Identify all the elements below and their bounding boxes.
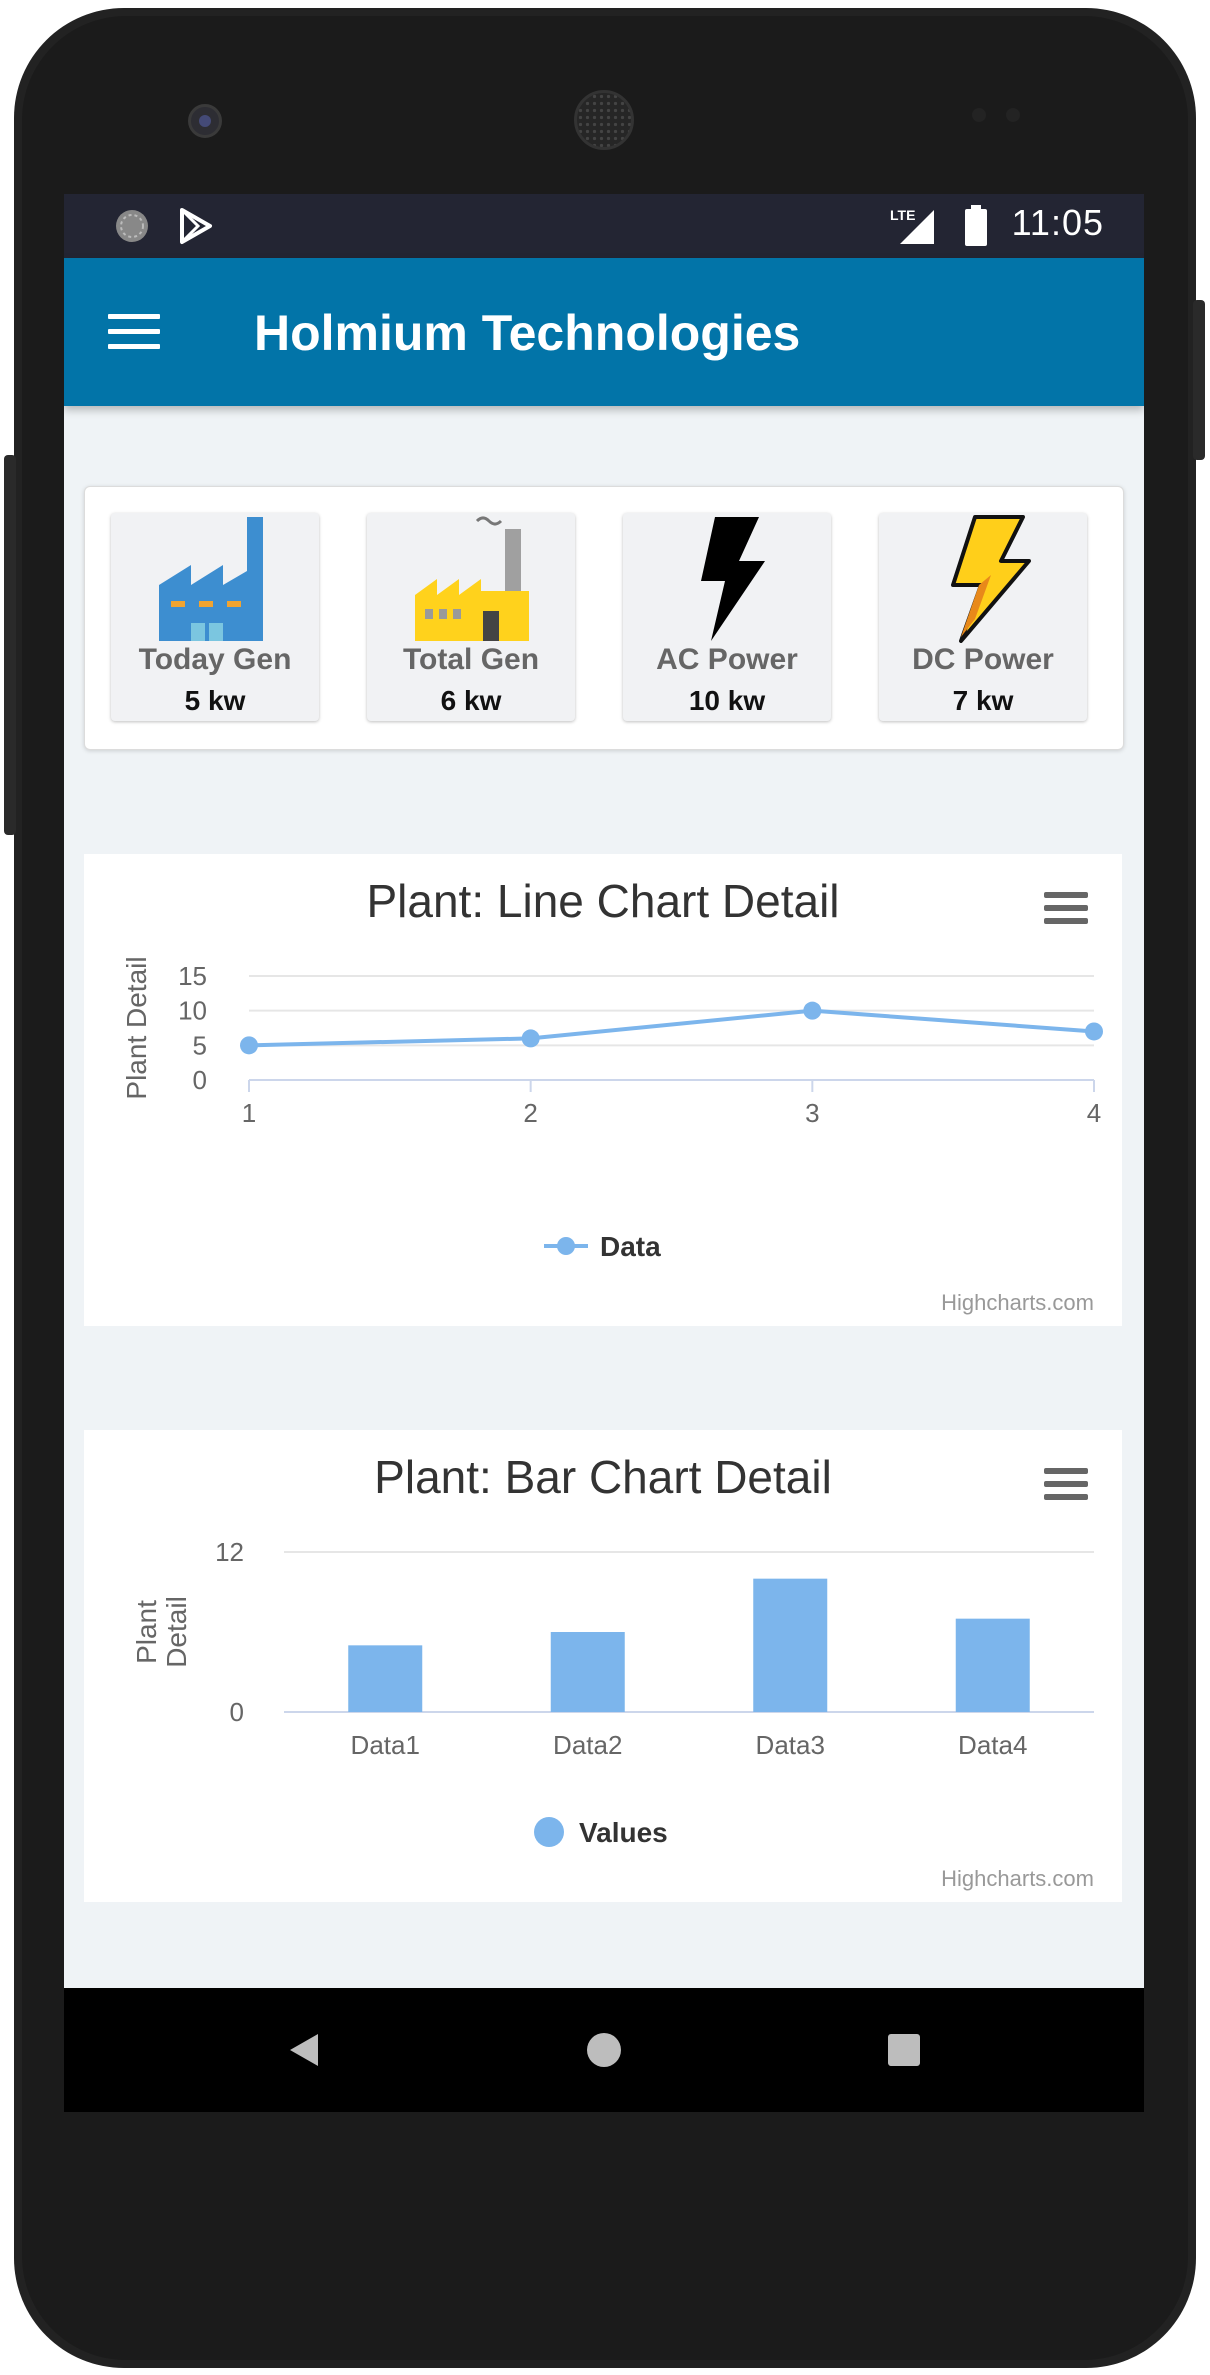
- x-tick-label: 3: [805, 1098, 819, 1128]
- x-tick-label: 4: [1087, 1098, 1101, 1128]
- home-circle-icon[interactable]: [584, 2030, 624, 2070]
- stat-value: 10 kw: [688, 685, 766, 716]
- y-axis-title-line: Plant: [131, 1600, 162, 1664]
- app-bar: Holmium Technologies: [64, 258, 1144, 406]
- factory-yellow-icon: [415, 516, 529, 641]
- bar: [550, 1632, 625, 1712]
- y-tick-label: 10: [178, 996, 207, 1026]
- y-tick-label: 15: [178, 961, 207, 991]
- data-point: [803, 1001, 822, 1020]
- stat-value: 5 kw: [184, 685, 246, 716]
- legend-label: Data: [600, 1231, 661, 1262]
- stat-label: Total Gen: [402, 643, 540, 676]
- legend-marker: [557, 1237, 575, 1255]
- x-tick-label: Data1: [351, 1730, 420, 1760]
- stat-label: DC Power: [912, 643, 1054, 676]
- x-tick-label: Data3: [756, 1730, 825, 1760]
- bar: [348, 1645, 423, 1712]
- hamburger-menu-icon[interactable]: [108, 314, 160, 350]
- lightning-yellow-icon: [951, 515, 1031, 643]
- stat-value: 7 kw: [952, 685, 1014, 716]
- volume-button: [4, 455, 16, 835]
- stat-label: AC Power: [656, 643, 798, 676]
- x-tick-label: Data4: [958, 1730, 1027, 1760]
- y-tick-label: 12: [215, 1537, 244, 1567]
- back-triangle-icon[interactable]: [284, 2030, 324, 2070]
- battery-icon: [965, 205, 987, 246]
- bar-chart-card: 0 12 PlantDetail Data1 Data2 Data3 Data4 Values…: [84, 1430, 1122, 1902]
- network-type-label: LTE: [890, 207, 915, 223]
- y-tick-label: 0: [230, 1697, 244, 1727]
- stat-tile-today-gen[interactable]: Today Gen 5 kw: [111, 513, 319, 721]
- sync-icon: [116, 210, 148, 242]
- power-button: [1193, 300, 1205, 460]
- y-tick-label: 5: [193, 1030, 207, 1060]
- chart-context-menu-button[interactable]: [1044, 1468, 1088, 1502]
- lightning-black-icon: [701, 517, 765, 641]
- chart-credits[interactable]: Highcharts.com: [941, 1290, 1094, 1316]
- y-axis-title: PlantDetail: [131, 1596, 192, 1668]
- chart-context-menu-button[interactable]: [1044, 892, 1088, 926]
- earpiece-speaker: [574, 90, 634, 150]
- line-chart-card: 0 5 10 15 1 2 3 4 Plant Detail Data Plant: Line C…: [84, 854, 1122, 1326]
- stat-value: 6 kw: [440, 685, 502, 716]
- x-tick-label: 2: [523, 1098, 537, 1128]
- series-line: [248, 1008, 1095, 1048]
- navigation-bar: [64, 1988, 1144, 2112]
- bar: [753, 1578, 828, 1712]
- y-tick-label: 0: [193, 1065, 207, 1095]
- data-point: [240, 1036, 258, 1055]
- recents-square-icon[interactable]: [884, 2030, 924, 2070]
- data-point: [1085, 1022, 1103, 1041]
- y-axis-title-line: Detail: [161, 1596, 192, 1668]
- x-tick-label: Data2: [553, 1730, 622, 1760]
- status-time: 11:05: [1011, 202, 1104, 243]
- status-bar: LTE 11:05: [64, 194, 1144, 258]
- y-axis-title: Plant Detail: [121, 956, 152, 1099]
- bar: [955, 1618, 1030, 1712]
- legend-marker: [534, 1817, 564, 1847]
- factory-blue-icon: [159, 517, 263, 641]
- front-camera: [188, 104, 222, 138]
- app-title: Holmium Technologies: [254, 305, 801, 361]
- signal-icon: LTE: [890, 207, 934, 244]
- stat-tile-dc-power[interactable]: DC Power 7 kw: [879, 513, 1087, 721]
- bar-chart-title: Plant: Bar Chart Detail: [374, 1451, 832, 1503]
- stat-tile-ac-power[interactable]: AC Power 10 kw: [623, 513, 831, 721]
- screen: LTE 11:05 Holmium Technologies Today Gen…: [64, 194, 1144, 2112]
- line-chart-title: Plant: Line Chart Detail: [366, 875, 840, 927]
- legend-label: Values: [579, 1817, 668, 1848]
- light-sensor: [1006, 108, 1020, 122]
- stat-tile-total-gen[interactable]: Total Gen 6 kw: [367, 513, 575, 721]
- stat-label: Today Gen: [138, 643, 292, 676]
- data-point: [521, 1029, 540, 1048]
- x-tick-label: 1: [242, 1098, 256, 1128]
- proximity-sensor: [972, 108, 986, 122]
- chart-credits[interactable]: Highcharts.com: [941, 1866, 1094, 1892]
- stats-card: Today Gen 5 kw Total Gen 6 kw AC Power 1…: [84, 486, 1124, 750]
- play-store-icon: [180, 208, 212, 244]
